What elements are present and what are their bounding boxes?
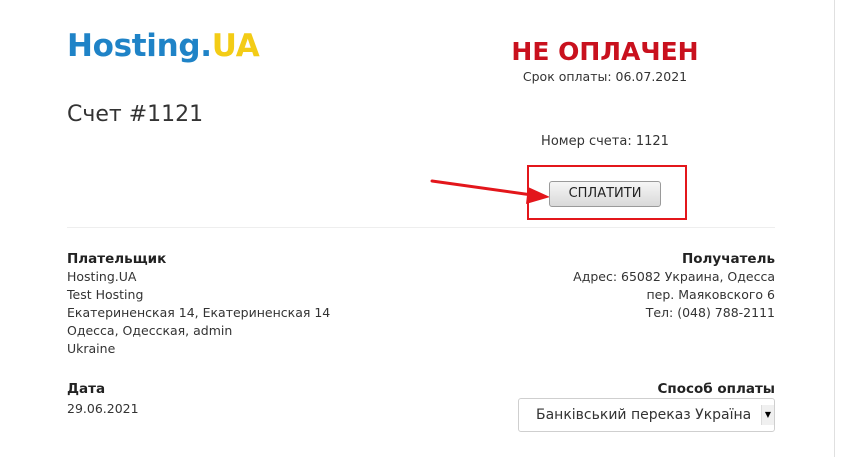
payment-method-select[interactable]: Банківський переказ Україна ▼ — [518, 398, 775, 432]
logo-part-hosting: Hosting. — [67, 28, 212, 64]
payer-line: Ukraine — [67, 341, 116, 356]
date-title: Дата — [67, 381, 106, 397]
invoice-title: Счет #1121 — [67, 102, 204, 127]
payer-line: Hosting.UA — [67, 269, 137, 284]
pay-button[interactable]: СПЛАТИТИ — [549, 181, 661, 207]
payment-status: НЕ ОПЛАЧЕН — [511, 37, 699, 66]
payer-title: Плательщик — [67, 251, 167, 267]
invoice-date: 29.06.2021 — [67, 401, 139, 416]
recipient-title: Получатель — [681, 251, 775, 267]
payer-line: Екатериненская 14, Екатериненская 14 — [67, 305, 331, 320]
recipient-line: пер. Маяковского 6 — [646, 287, 776, 302]
hosting-ua-logo[interactable]: Hosting.UA — [67, 26, 260, 66]
logo-part-ua: UA — [211, 28, 260, 64]
payer-line: Одесса, Одесская, admin — [67, 323, 233, 338]
due-date: Срок оплаты: 06.07.2021 — [522, 69, 688, 84]
recipient-line: Адрес: 65082 Украина, Одесса — [573, 269, 775, 284]
payment-method-value: Банківський переказ Україна — [536, 407, 752, 423]
chevron-down-icon[interactable]: ▼ — [761, 405, 774, 425]
invoice-number: Номер счета: 1121 — [541, 134, 669, 149]
section-divider — [67, 227, 775, 228]
recipient-line: Тел: (048) 788-2111 — [645, 305, 775, 320]
payment-method-title: Способ оплаты — [657, 381, 775, 397]
page-right-border — [834, 0, 835, 457]
payer-line: Test Hosting — [67, 287, 144, 302]
